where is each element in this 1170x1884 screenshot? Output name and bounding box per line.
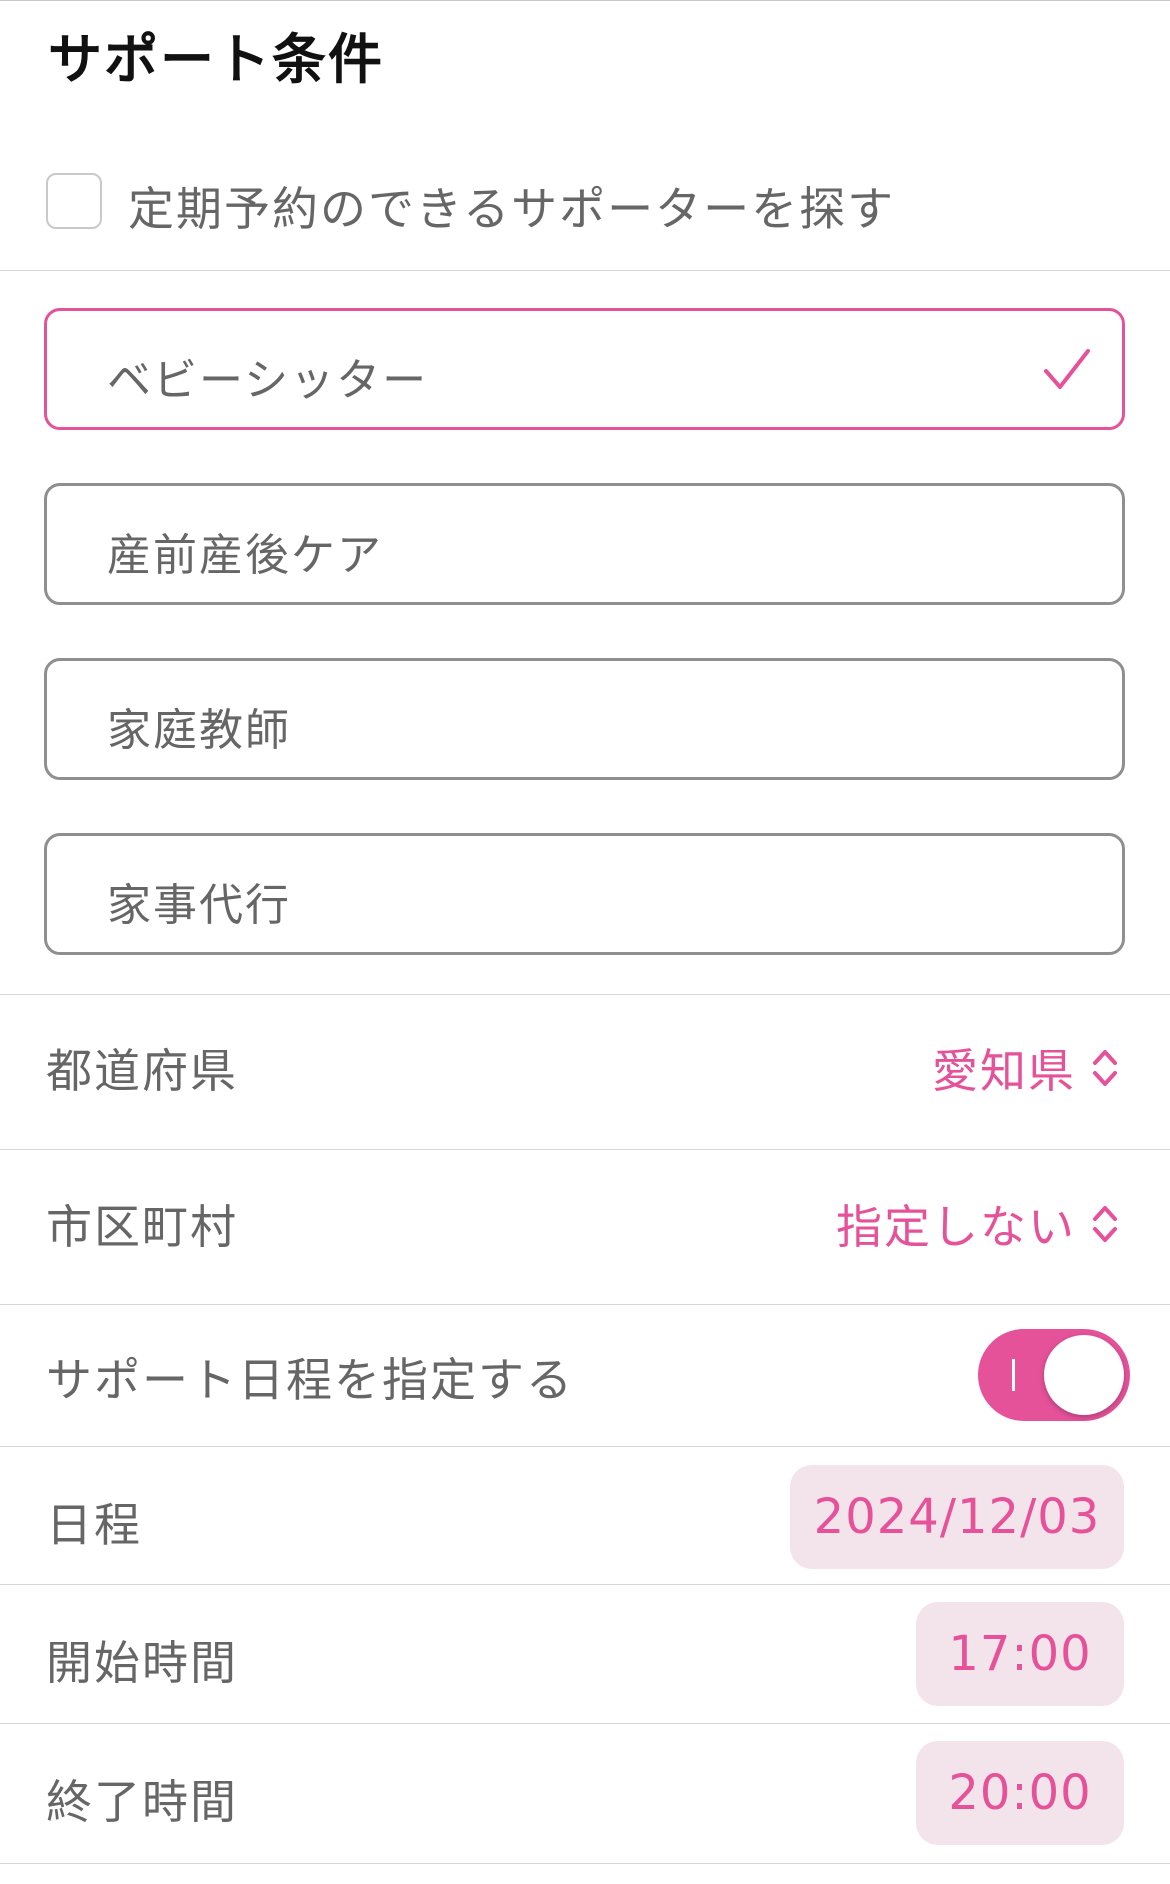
date-button[interactable]: 2024/12/03 [790, 1465, 1124, 1569]
divider [0, 1863, 1170, 1864]
divider [0, 1304, 1170, 1305]
recurring-booking-row[interactable]: 定期予約のできるサポーターを探す [0, 151, 1170, 271]
end-time-label: 終了時間 [46, 1775, 238, 1829]
toggle-on-indicator-icon [1012, 1359, 1015, 1391]
checkmark-icon [1044, 349, 1090, 389]
service-option-label: 家庭教師 [107, 705, 291, 756]
recurring-booking-label: 定期予約のできるサポーターを探す [128, 182, 896, 236]
divider [0, 1584, 1170, 1585]
city-label: 市区町村 [46, 1200, 238, 1254]
service-option-label: 家事代行 [107, 880, 291, 931]
service-option-maternity-care[interactable]: 産前産後ケア [44, 483, 1125, 605]
prefecture-label: 都道府県 [46, 1044, 238, 1098]
prefecture-picker[interactable]: 愛知県 [932, 1035, 1120, 1101]
divider [0, 1723, 1170, 1724]
start-time-label: 開始時間 [46, 1636, 238, 1690]
divider [0, 1446, 1170, 1447]
service-option-label: ベビーシッター [107, 355, 429, 406]
end-time-button[interactable]: 20:00 [916, 1741, 1124, 1845]
toggle-knob [1044, 1335, 1124, 1415]
divider [0, 994, 1170, 995]
schedule-toggle[interactable] [978, 1329, 1130, 1421]
service-option-babysitter[interactable]: ベビーシッター [44, 308, 1125, 430]
start-time-button[interactable]: 17:00 [916, 1602, 1124, 1706]
city-value: 指定しない [836, 1200, 1076, 1254]
date-label: 日程 [46, 1498, 142, 1552]
section-title: サポート条件 [48, 28, 384, 91]
city-picker[interactable]: 指定しない [836, 1191, 1120, 1257]
schedule-toggle-label: サポート日程を指定する [46, 1353, 574, 1407]
divider [0, 1149, 1170, 1150]
support-conditions-page: サポート条件 定期予約のできるサポーターを探す ベビーシッター 産前産後ケア 家… [0, 0, 1170, 1884]
chevron-up-down-icon [1093, 1050, 1117, 1086]
recurring-booking-checkbox[interactable] [46, 173, 102, 229]
service-option-label: 産前産後ケア [107, 530, 383, 581]
service-option-housekeeping[interactable]: 家事代行 [44, 833, 1125, 955]
prefecture-value: 愛知県 [932, 1044, 1076, 1098]
service-option-tutor[interactable]: 家庭教師 [44, 658, 1125, 780]
chevron-up-down-icon [1093, 1206, 1117, 1242]
